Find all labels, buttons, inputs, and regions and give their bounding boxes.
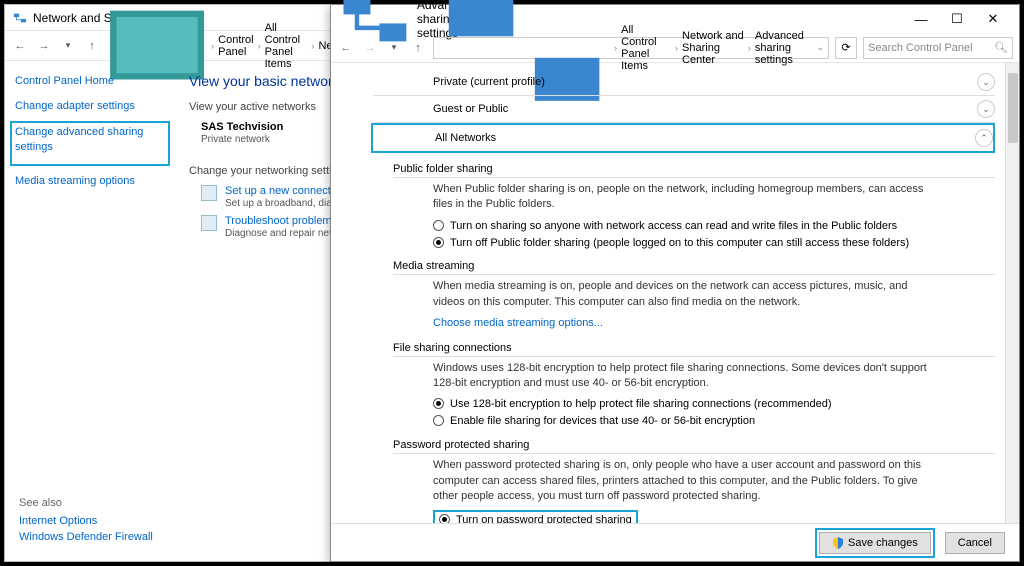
cancel-button[interactable]: Cancel xyxy=(945,532,1005,554)
navbar-front: ← → ▾ ↑ › All Control Panel Items › Netw… xyxy=(331,33,1019,63)
group-private[interactable]: Private (current profile) ⌄ xyxy=(373,69,995,96)
see-also-label: See also xyxy=(19,497,153,509)
shield-icon xyxy=(832,537,844,549)
chevron-right-icon: › xyxy=(614,43,617,53)
pfs-radio-on-label: Turn on sharing so anyone with network a… xyxy=(450,219,897,234)
footer-buttons: Save changes Cancel xyxy=(331,523,1019,561)
save-changes-button[interactable]: Save changes xyxy=(819,532,931,554)
search-input[interactable]: Search Control Panel 🔍︎ xyxy=(863,37,1013,59)
chevron-up-icon[interactable]: ⌃ xyxy=(975,129,993,147)
chevron-down-icon[interactable]: ⌄ xyxy=(977,73,995,91)
see-also-section: See also Internet Options Windows Defend… xyxy=(19,497,153,547)
fsc-radio-40-label: Enable file sharing for devices that use… xyxy=(450,414,755,429)
pfs-desc: When Public folder sharing is on, people… xyxy=(433,182,933,213)
highlight-advanced-sharing: Change advanced sharing settings xyxy=(10,121,170,166)
history-caret-icon[interactable]: ▾ xyxy=(59,37,77,55)
back-arrow-icon[interactable]: ← xyxy=(11,37,29,55)
group-all-label: All Networks xyxy=(435,132,496,144)
address-bar[interactable]: › All Control Panel Items › Network and … xyxy=(433,37,829,59)
control-panel-home-link[interactable]: Control Panel Home xyxy=(15,75,165,87)
ms-desc: When media streaming is on, people and d… xyxy=(433,279,933,310)
maximize-button[interactable]: ☐ xyxy=(939,7,975,31)
chevron-right-icon: › xyxy=(258,41,261,51)
ms-options-link[interactable]: Choose media streaming options... xyxy=(433,316,933,331)
titlebar-front: Advanced sharing settings — ☐ ✕ xyxy=(331,5,1019,33)
up-arrow-icon[interactable]: ↑ xyxy=(83,37,101,55)
group-guest-label: Guest or Public xyxy=(433,103,508,115)
highlight-save: Save changes xyxy=(815,528,935,558)
crumb-network-sharing[interactable]: Network and Sharing Center xyxy=(682,30,744,66)
see-also-firewall[interactable]: Windows Defender Firewall xyxy=(19,531,153,543)
crumb-control-panel[interactable]: Control Panel xyxy=(218,34,253,58)
refresh-button[interactable]: ⟳ xyxy=(835,37,857,59)
back-arrow-icon[interactable]: ← xyxy=(337,39,355,57)
pfs-radio-off[interactable]: Turn off Public folder sharing (people l… xyxy=(433,236,995,251)
scrollbar[interactable] xyxy=(1005,63,1019,523)
sidebar-link-advanced-sharing[interactable]: Change advanced sharing settings xyxy=(15,125,165,154)
advanced-sharing-window: Advanced sharing settings — ☐ ✕ ← → ▾ ↑ … xyxy=(330,4,1020,562)
troubleshoot-link[interactable]: Troubleshoot problems xyxy=(225,215,337,227)
chevron-right-icon: › xyxy=(211,41,214,51)
pfs-radio-off-label: Turn off Public folder sharing (people l… xyxy=(450,236,909,251)
pps-radio-on[interactable]: Turn on password protected sharing xyxy=(439,513,632,523)
see-also-internet-options[interactable]: Internet Options xyxy=(19,515,153,527)
pps-radio-on-label: Turn on password protected sharing xyxy=(456,513,632,523)
section-file-sharing-connections: File sharing connections xyxy=(393,342,995,357)
group-guest[interactable]: Guest or Public ⌄ xyxy=(373,96,995,123)
fsc-radio-40[interactable]: Enable file sharing for devices that use… xyxy=(433,414,995,429)
section-media-streaming: Media streaming xyxy=(393,260,995,275)
chevron-down-icon[interactable]: ⌄ xyxy=(816,42,824,53)
fsc-radio-128[interactable]: Use 128-bit encryption to help protect f… xyxy=(433,397,995,412)
up-arrow-icon[interactable]: ↑ xyxy=(409,39,427,57)
forward-arrow-icon: → xyxy=(361,39,379,57)
close-button[interactable]: ✕ xyxy=(975,7,1011,31)
group-all-networks[interactable]: All Networks ⌃ xyxy=(371,123,995,153)
front-body: Private (current profile) ⌄ Guest or Pub… xyxy=(331,63,1019,523)
scrollbar-thumb[interactable] xyxy=(1008,73,1018,143)
history-caret-icon[interactable]: ▾ xyxy=(385,39,403,57)
crumb-advanced-sharing[interactable]: Advanced sharing settings xyxy=(755,30,813,66)
troubleshoot-icon xyxy=(201,215,217,231)
fsc-desc: Windows uses 128-bit encryption to help … xyxy=(433,361,933,392)
chevron-down-icon[interactable]: ⌄ xyxy=(977,100,995,118)
sidebar-link-adapter[interactable]: Change adapter settings xyxy=(15,99,165,113)
pfs-radio-on[interactable]: Turn on sharing so anyone with network a… xyxy=(433,219,995,234)
fsc-radio-128-label: Use 128-bit encryption to help protect f… xyxy=(450,397,832,412)
cancel-label: Cancel xyxy=(958,537,992,549)
chevron-right-icon: › xyxy=(675,43,678,53)
network-name: SAS Techvision xyxy=(201,121,283,133)
highlight-pps-on: Turn on password protected sharing xyxy=(433,510,638,523)
sidebar-link-media-streaming[interactable]: Media streaming options xyxy=(15,174,165,188)
section-public-folder-sharing: Public folder sharing xyxy=(393,163,995,178)
network-type: Private network xyxy=(201,134,270,145)
chevron-right-icon: › xyxy=(312,41,315,51)
save-label: Save changes xyxy=(848,537,918,549)
section-password-protected-sharing: Password protected sharing xyxy=(393,439,995,454)
sidebar-back: Control Panel Home Change adapter settin… xyxy=(5,61,175,561)
minimize-button[interactable]: — xyxy=(903,7,939,31)
search-icon: 🔍︎ xyxy=(994,41,1008,54)
network-icon xyxy=(13,11,27,25)
chevron-right-icon: › xyxy=(748,43,751,53)
setup-connection-icon xyxy=(201,185,217,201)
forward-arrow-icon[interactable]: → xyxy=(35,37,53,55)
group-private-label: Private (current profile) xyxy=(433,76,545,88)
search-placeholder: Search Control Panel xyxy=(868,42,973,54)
pps-desc: When password protected sharing is on, o… xyxy=(433,458,933,504)
